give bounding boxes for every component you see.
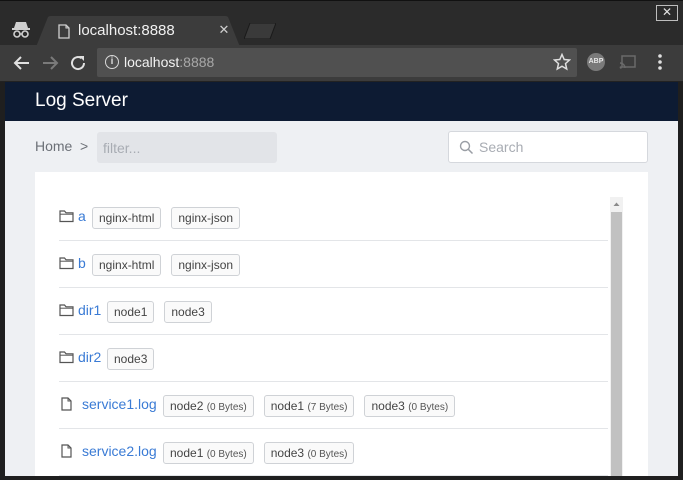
url-host: localhost: [124, 54, 180, 70]
node-tags: node3: [107, 348, 155, 370]
node-tag-label: nginx-html: [99, 211, 155, 225]
node-tag-label: node1: [270, 399, 305, 413]
folder-icon: [59, 256, 74, 270]
node-tag[interactable]: node1 (0 Bytes): [163, 442, 254, 464]
node-tag[interactable]: nginx-json: [171, 254, 241, 276]
tab-localhost[interactable]: localhost:8888 ✕: [36, 16, 240, 47]
search-icon: [459, 140, 474, 155]
node-tag[interactable]: nginx-html: [92, 254, 162, 276]
breadcrumb-separator: >: [80, 138, 89, 154]
node-tags: node1 node3: [107, 301, 212, 323]
file-link[interactable]: service2.log: [82, 443, 157, 459]
list-item: dir2 node3: [59, 335, 608, 382]
file-icon: [61, 397, 72, 411]
node-tag[interactable]: node2 (0 Bytes): [163, 395, 254, 417]
node-tag-label: node2: [170, 399, 204, 413]
page-favicon-icon: [58, 24, 70, 39]
search-input[interactable]: [477, 133, 642, 161]
file-link[interactable]: service1.log: [82, 396, 157, 412]
page-content: Log Server Home > anginx-htmlnginx-jsonb…: [5, 82, 678, 476]
scroll-up-arrow-icon[interactable]: [610, 197, 623, 211]
incognito-icon: [12, 22, 30, 38]
node-tags: node1 (0 Bytes) node3 (0 Bytes): [163, 442, 355, 464]
node-tag[interactable]: node3 (0 Bytes): [364, 395, 456, 417]
node-tag-label: node1: [114, 305, 148, 319]
reload-icon[interactable]: [68, 53, 88, 73]
site-info-icon[interactable]: i: [105, 55, 119, 69]
adblock-plus-icon[interactable]: ABP: [587, 53, 605, 71]
node-tag[interactable]: nginx-json: [171, 207, 241, 229]
list-item: service1.log node2 (0 Bytes) node1 (7 Byte…: [59, 382, 608, 429]
search-box[interactable]: [448, 131, 648, 163]
node-tag[interactable]: node1: [107, 301, 155, 323]
folder-link[interactable]: dir1: [78, 302, 101, 318]
window-bottom-border: [0, 476, 683, 480]
folder-icon: [59, 209, 74, 223]
bookmark-star-icon[interactable]: [553, 53, 571, 71]
top-navbar: Log Server: [5, 82, 678, 121]
back-arrow-icon[interactable]: [12, 53, 32, 73]
list-item: service2.log node1 (0 Bytes) node3 (0 Byte…: [59, 429, 608, 476]
node-tag[interactable]: node3 (0 Bytes): [263, 442, 355, 464]
folder-link[interactable]: a: [78, 208, 86, 224]
node-tag-label: nginx-json: [178, 211, 234, 225]
browser-toolbar: i localhost:8888: [0, 45, 683, 82]
window-close-button[interactable]: ✕: [656, 5, 678, 21]
file-icon: [61, 444, 72, 458]
tab-close-icon[interactable]: ✕: [216, 22, 232, 38]
folder-icon: [59, 350, 74, 364]
node-tag-label: nginx-json: [178, 258, 234, 272]
node-tag[interactable]: node3: [164, 301, 212, 323]
tab-title: localhost:8888: [78, 22, 175, 39]
brand-title[interactable]: Log Server: [35, 90, 128, 112]
node-tag-size: (0 Bytes): [307, 449, 348, 460]
node-tag[interactable]: node1 (7 Bytes): [263, 395, 355, 417]
tab-strip: localhost:8888 ✕ ✕: [0, 0, 683, 47]
node-tag[interactable]: node3: [107, 348, 155, 370]
folder-icon: [59, 303, 74, 317]
node-tag-label: node1: [170, 446, 204, 460]
address-bar[interactable]: i localhost:8888: [97, 48, 577, 77]
node-tag-label: node3: [114, 352, 148, 366]
node-tags: node2 (0 Bytes) node1 (7 Bytes) node3 (0 B…: [163, 395, 456, 417]
file-list: a nginx-html nginx-json b nginx-html nginx-js…: [59, 194, 608, 476]
folder-link[interactable]: b: [78, 255, 86, 271]
node-tag-size: (0 Bytes): [408, 402, 449, 413]
node-tags: nginx-html nginx-json: [92, 254, 241, 276]
node-tag-label: nginx-html: [99, 258, 155, 272]
url-port: :8888: [179, 54, 215, 70]
url-text[interactable]: localhost:8888: [124, 54, 214, 70]
node-tag-size: (0 Bytes): [206, 449, 247, 460]
browser-chrome: localhost:8888 ✕ ✕ i localhost:8888 ABP: [0, 0, 683, 82]
node-tag-size: (7 Bytes): [307, 402, 348, 413]
new-tab-button[interactable]: [244, 23, 276, 39]
node-tag-label: node3: [171, 305, 205, 319]
list-item: dir1 node1 node3: [59, 288, 608, 335]
list-item: a nginx-html nginx-json: [59, 194, 608, 241]
filter-input[interactable]: [97, 132, 277, 163]
breadcrumb-home[interactable]: Home: [35, 138, 72, 154]
node-tag-label: node3: [270, 446, 305, 460]
forward-arrow-icon[interactable]: [40, 53, 60, 73]
file-list-panel: a nginx-html nginx-json b nginx-html nginx-js…: [35, 172, 648, 476]
folder-link[interactable]: dir2: [78, 349, 101, 365]
list-item: b nginx-html nginx-json: [59, 241, 608, 288]
node-tag-label: node3: [371, 399, 405, 413]
cast-icon[interactable]: [619, 54, 637, 70]
scrollbar-thumb[interactable]: [611, 212, 622, 476]
scrollbar[interactable]: [610, 197, 623, 476]
node-tags: nginx-html nginx-json: [92, 207, 241, 229]
kebab-menu-icon[interactable]: [651, 52, 669, 72]
node-tag[interactable]: nginx-html: [92, 207, 162, 229]
node-tag-size: (0 Bytes): [206, 402, 247, 413]
